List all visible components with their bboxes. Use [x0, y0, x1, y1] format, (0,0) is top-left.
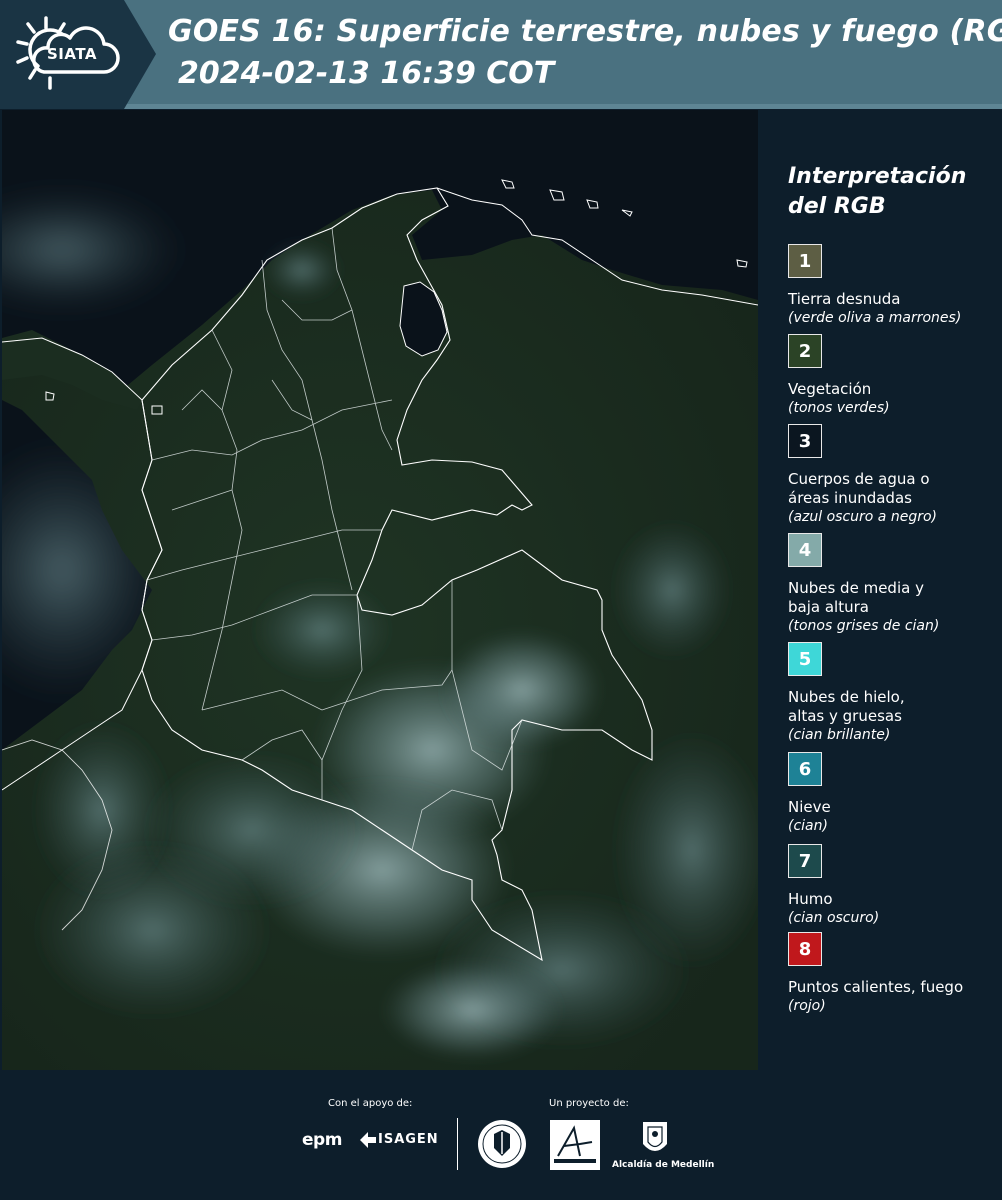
legend-item-snow: 6 Nieve (cian): [788, 752, 998, 835]
legend-item-low-clouds: 4 Nubes de media y baja altura (tonos gr…: [788, 533, 998, 635]
legend-swatch: 7: [788, 844, 822, 878]
legend: Interpretación del RGB 1 Tierra desnuda …: [760, 110, 1002, 1070]
legend-item-vegetation: 2 Vegetación (tonos verdes): [788, 334, 998, 417]
legend-item-water: 3 Cuerpos de agua o áreas inundadas (azu…: [788, 424, 998, 526]
area-metropolitana-logo: [550, 1120, 600, 1170]
page-title: GOES 16: Superficie terrestre, nubes y f…: [168, 14, 1002, 49]
footer: Con el apoyo de: Un proyecto de: epm ISA…: [0, 1070, 1002, 1200]
project-caption: Un proyecto de:: [549, 1098, 629, 1109]
legend-title: Interpretación del RGB: [788, 164, 967, 219]
footer-divider: [457, 1118, 458, 1170]
header: SIATA GOES 16: Superficie terrestre, nub…: [0, 0, 1002, 109]
legend-item-ice-clouds: 5 Nubes de hielo, altas y gruesas (cian …: [788, 642, 998, 744]
legend-swatch: 1: [788, 244, 822, 278]
legend-swatch: 5: [788, 642, 822, 676]
support-caption: Con el apoyo de:: [328, 1098, 413, 1109]
isagen-icon: [360, 1132, 376, 1148]
legend-swatch: 3: [788, 424, 822, 458]
university-seal-icon: [478, 1120, 526, 1168]
logo-text: SIATA: [47, 45, 98, 63]
medellin-label: Alcaldía de Medellín: [612, 1160, 715, 1170]
page-timestamp: 2024-02-13 16:39 COT: [178, 56, 555, 91]
legend-item-bare-land: 1 Tierra desnuda (verde oliva a marrones…: [788, 244, 998, 327]
legend-item-fire: 8 Puntos calientes, fuego (rojo): [788, 932, 998, 1015]
legend-swatch: 2: [788, 334, 822, 368]
legend-swatch: 8: [788, 932, 822, 966]
legend-swatch: 4: [788, 533, 822, 567]
isagen-logo: ISAGEN: [378, 1132, 439, 1147]
medellin-coat-of-arms-icon: [643, 1122, 667, 1151]
epm-logo: epm: [302, 1130, 342, 1150]
legend-item-smoke: 7 Humo (cian oscuro): [788, 844, 998, 927]
satellite-map: [2, 110, 758, 1070]
legend-swatch: 6: [788, 752, 822, 786]
